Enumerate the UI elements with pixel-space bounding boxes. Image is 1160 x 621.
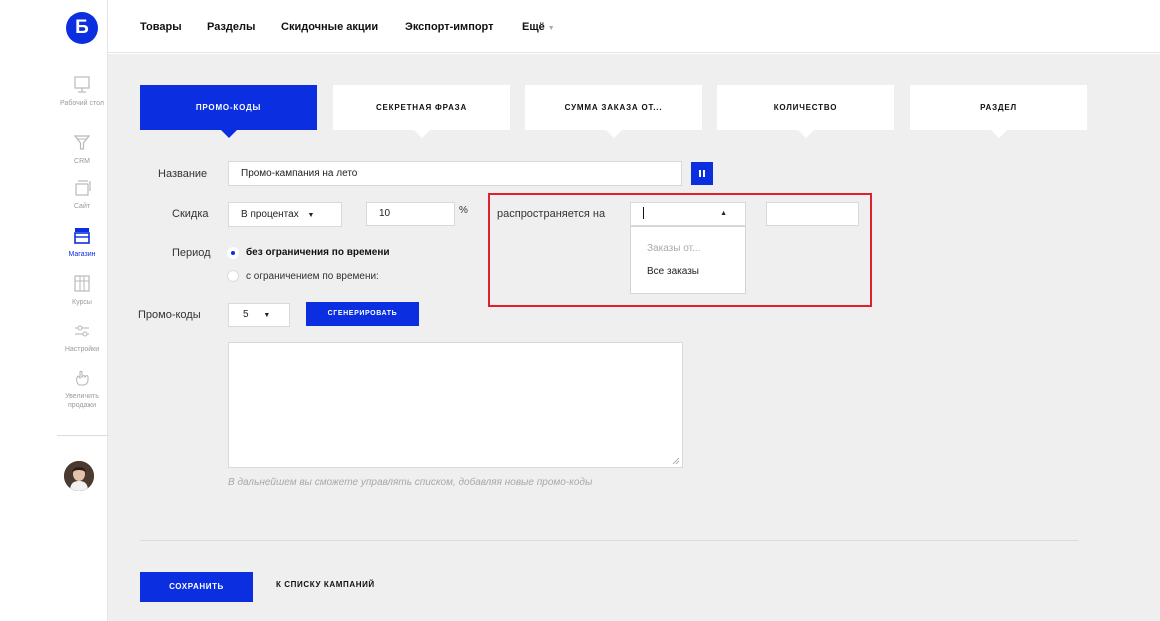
avatar[interactable] <box>64 461 94 491</box>
hint-text: В дальнейшем вы сможете управлять списко… <box>228 477 593 488</box>
funnel-icon <box>73 135 91 150</box>
sidebar-item-label: Магазин <box>68 251 96 258</box>
top-navigation: Товары Разделы Скидочные акции Экспорт-и… <box>108 0 1160 53</box>
store-icon <box>74 228 90 244</box>
highlight-box <box>488 193 872 307</box>
sidebar-item-label: Увеличить продажи <box>65 393 99 409</box>
tab-promo-codes[interactable]: ПРОМО-КОДЫ <box>140 85 317 138</box>
sidebar-divider <box>57 435 109 436</box>
pages-icon <box>75 180 91 196</box>
logo-letter: Б <box>75 17 89 38</box>
chevron-down-icon: ▼ <box>263 312 271 319</box>
promocodes-label: Промо-коды <box>138 309 201 321</box>
sidebar-item-courses[interactable]: Курсы <box>52 273 112 307</box>
courses-icon <box>74 275 90 292</box>
sidebar-item-increase-sales[interactable]: Увеличить продажи <box>52 367 112 410</box>
radio-unlimited-label[interactable]: без ограничения по времени <box>246 247 390 258</box>
sidebar-item-desktop[interactable]: Рабочий стол <box>52 74 112 108</box>
pause-icon <box>699 170 705 177</box>
sidebar-item-label: Настройки <box>64 346 100 353</box>
nav-more-label: Ещё <box>522 21 545 33</box>
nav-item-export-import[interactable]: Экспорт-импорт <box>405 21 494 33</box>
percent-sign: % <box>459 205 468 216</box>
chevron-down-icon: ▼ <box>307 212 315 219</box>
promocodes-count-value: 5 <box>243 309 249 320</box>
sidebar-item-site[interactable]: Сайт <box>52 177 112 211</box>
nav-item-products[interactable]: Товары <box>140 21 182 33</box>
sidebar: Б Рабочий стол CRM Сайт Магазин Курсы На… <box>0 0 109 621</box>
nav-item-sections[interactable]: Разделы <box>207 21 255 33</box>
sidebar-item-label: Курсы <box>72 299 92 306</box>
period-label: Период <box>172 247 211 259</box>
sidebar-item-store[interactable]: Магазин <box>52 225 112 259</box>
monitor-icon <box>74 76 90 93</box>
main-panel: ПРОМО-КОДЫ СЕКРЕТНАЯ ФРАЗА СУММА ЗАКАЗА … <box>108 54 1160 621</box>
promocodes-count-select[interactable]: 5 ▼ <box>228 303 290 327</box>
hand-icon <box>76 370 89 386</box>
tab-quantity[interactable]: КОЛИЧЕСТВО <box>717 85 894 138</box>
radio-unlimited[interactable] <box>227 247 239 259</box>
radio-limited-label[interactable]: с ограничением по времени: <box>246 271 379 282</box>
sidebar-item-label: Рабочий стол <box>60 100 104 107</box>
radio-limited[interactable] <box>227 270 239 282</box>
nav-item-more[interactable]: Ещё ▼ <box>522 21 555 33</box>
chevron-down-icon: ▼ <box>547 25 555 32</box>
sidebar-item-settings[interactable]: Настройки <box>52 320 112 354</box>
promocodes-textarea[interactable] <box>228 342 683 468</box>
generate-button[interactable]: СГЕНЕРИРОВАТЬ <box>306 302 419 326</box>
logo[interactable]: Б <box>66 12 98 44</box>
discount-value-input[interactable]: 10 <box>366 202 455 226</box>
sidebar-item-label: Сайт <box>73 203 91 210</box>
sliders-icon <box>75 325 89 337</box>
discount-type-value: В процентах <box>241 209 299 220</box>
discount-label: Скидка <box>172 208 209 220</box>
discount-type-select[interactable]: В процентах ▼ <box>228 202 342 227</box>
nav-item-discounts[interactable]: Скидочные акции <box>281 21 378 33</box>
save-button[interactable]: СОХРАНИТЬ <box>140 572 253 602</box>
sidebar-item-label: CRM <box>74 158 90 165</box>
tab-section[interactable]: РАЗДЕЛ <box>910 85 1087 138</box>
resize-handle-icon[interactable] <box>672 457 680 465</box>
divider <box>140 540 1078 541</box>
pause-button[interactable] <box>691 162 713 185</box>
avatar-image <box>64 461 94 491</box>
tab-order-amount[interactable]: СУММА ЗАКАЗА ОТ... <box>525 85 702 138</box>
name-label: Название <box>158 168 208 180</box>
campaign-name-input[interactable]: Промо-кампания на лето <box>228 161 682 186</box>
back-to-campaigns-link[interactable]: К СПИСКУ КАМПАНИЙ <box>276 580 375 589</box>
tab-secret-phrase[interactable]: СЕКРЕТНАЯ ФРАЗА <box>333 85 510 138</box>
sidebar-item-crm[interactable]: CRM <box>52 132 112 166</box>
